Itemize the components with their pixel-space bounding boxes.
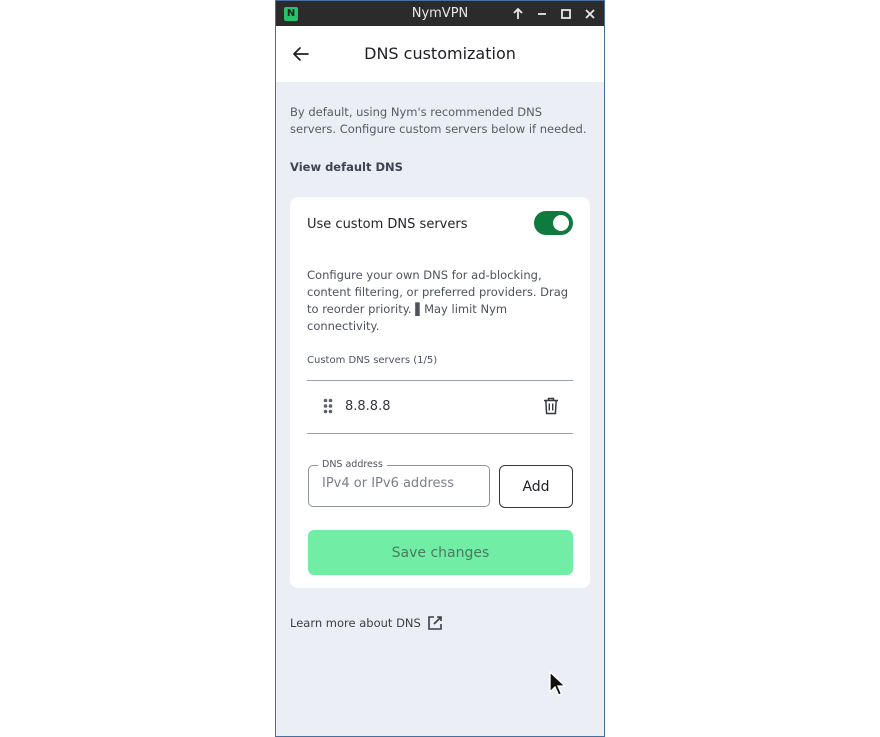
maximize-button[interactable] xyxy=(557,5,575,23)
learn-more-label: Learn more about DNS xyxy=(290,616,421,630)
dns-address-field[interactable]: DNS address xyxy=(308,459,490,507)
dns-list-header: Custom DNS servers (1/5) xyxy=(307,355,438,366)
minimize-button[interactable] xyxy=(533,5,551,23)
page-header: DNS customization xyxy=(276,26,604,82)
dns-server-row[interactable]: 8.8.8.8 xyxy=(307,380,573,434)
maximize-icon xyxy=(561,9,571,19)
app-window: N NymVPN DNS customization By default, u… xyxy=(275,0,605,737)
custom-dns-card: Use custom DNS servers Configure your ow… xyxy=(290,197,590,588)
title-bar[interactable]: N NymVPN xyxy=(276,1,604,26)
close-button[interactable] xyxy=(581,5,599,23)
toggle-knob xyxy=(553,215,569,231)
learn-more-dns-link[interactable]: Learn more about DNS xyxy=(290,614,444,632)
save-changes-button[interactable]: Save changes xyxy=(308,530,573,575)
custom-dns-toggle-label: Use custom DNS servers xyxy=(307,217,468,232)
intro-text: By default, using Nym's recommended DNS … xyxy=(290,105,587,136)
arrow-up-icon xyxy=(513,7,523,19)
page-title: DNS customization xyxy=(364,44,516,63)
keep-above-button[interactable] xyxy=(509,5,527,23)
dns-address-label: DNS address xyxy=(318,459,387,470)
custom-dns-description: Configure your own DNS for ad-blocking, … xyxy=(307,268,569,333)
trash-icon[interactable] xyxy=(543,397,559,415)
minimize-icon xyxy=(538,13,546,15)
dns-server-address: 8.8.8.8 xyxy=(345,399,391,414)
external-link-icon xyxy=(426,614,444,632)
drag-handle-icon[interactable] xyxy=(323,398,333,414)
add-dns-button[interactable]: Add xyxy=(499,465,573,508)
mouse-pointer-icon xyxy=(548,670,568,698)
dns-address-input[interactable] xyxy=(322,476,482,491)
window-title: NymVPN xyxy=(411,6,469,21)
view-default-dns-link[interactable]: View default DNS xyxy=(290,160,403,174)
custom-dns-toggle[interactable] xyxy=(534,211,573,235)
close-icon xyxy=(585,9,595,19)
